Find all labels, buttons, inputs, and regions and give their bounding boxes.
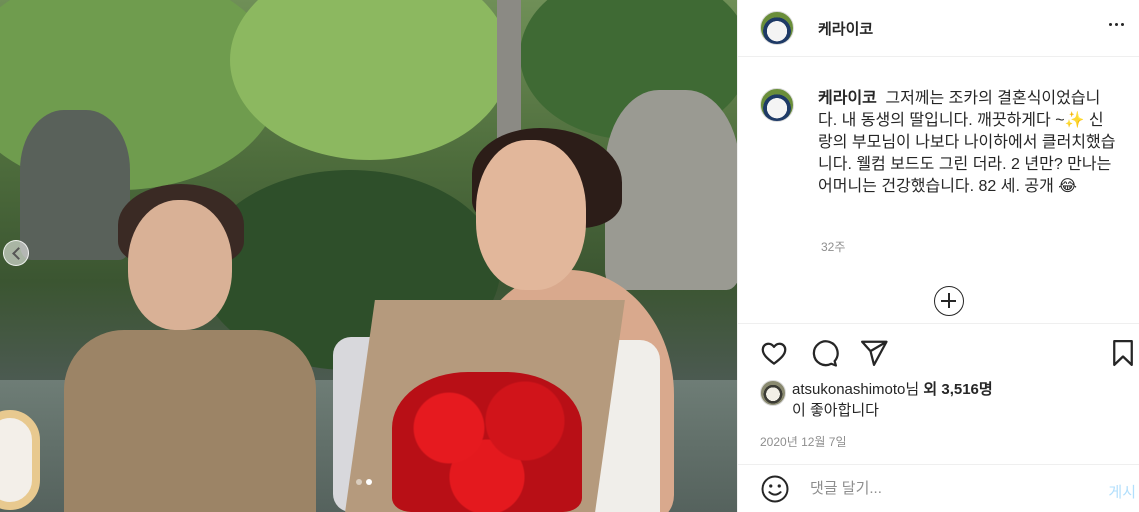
plus-circle-icon[interactable]: [934, 286, 964, 316]
elderly-woman-body: [64, 330, 316, 512]
rose-bouquet: [392, 372, 582, 512]
smile-icon[interactable]: [760, 474, 790, 504]
likes-conjunction[interactable]: 외: [923, 381, 937, 398]
post-header: 케라이코: [738, 0, 1139, 57]
post-photo[interactable]: [0, 0, 737, 512]
post-comment-button[interactable]: 게시: [1108, 481, 1136, 502]
action-bar: [738, 336, 1139, 370]
divider: [738, 323, 1139, 324]
elderly-woman-face: [128, 200, 232, 330]
bookmark-icon[interactable]: [1108, 338, 1138, 368]
more-options-icon[interactable]: [1106, 14, 1126, 34]
likes-suffix-2: 이 좋아합니다: [792, 402, 879, 419]
likes-summary: atsukonashimoto님 외 3,516명 이 좋아합니다: [760, 379, 1130, 421]
likes-text: atsukonashimoto님 외 3,516명 이 좋아합니다: [792, 379, 993, 421]
caption-timestamp[interactable]: 32주: [821, 238, 845, 255]
carousel-dot: [356, 479, 362, 485]
caption-text: 케라이코 그저께는 조카의 결혼식이었습니다. 내 동생의 딸입니다. 깨끗하게…: [818, 88, 1118, 198]
heart-icon[interactable]: [759, 338, 789, 368]
comment-bar: 게시: [738, 464, 1139, 512]
likes-count[interactable]: 3,516명: [941, 381, 992, 398]
caption: 케라이코 그저께는 조카의 결혼식이었습니다. 내 동생의 딸입니다. 깨끗하게…: [760, 88, 1130, 198]
avatar[interactable]: [760, 88, 794, 122]
likes-suffix: 님: [905, 381, 924, 398]
carousel-prev-button[interactable]: [3, 240, 29, 266]
post-side-panel: 케라이코 케라이코 그저께는 조카의 결혼식이었습니다. 내 동생의 딸입니다.…: [737, 0, 1139, 512]
liker-avatar[interactable]: [760, 380, 786, 406]
rock: [605, 90, 737, 290]
liker-username[interactable]: atsukonashimoto: [792, 381, 905, 398]
paper-plane-icon[interactable]: [859, 338, 889, 368]
comment-bubble-icon[interactable]: [809, 338, 839, 368]
foliage: [230, 0, 510, 160]
carousel-dot-active: [366, 479, 372, 485]
chair: [0, 410, 40, 510]
comment-input[interactable]: [810, 480, 1080, 497]
bride-face: [476, 140, 586, 290]
caption-username[interactable]: 케라이코: [818, 90, 877, 107]
carousel-indicator: [356, 479, 372, 485]
avatar[interactable]: [760, 11, 794, 45]
rock: [20, 110, 130, 260]
username[interactable]: 케라이코: [818, 18, 873, 39]
post-date[interactable]: 2020년 12월 7일: [760, 433, 847, 450]
